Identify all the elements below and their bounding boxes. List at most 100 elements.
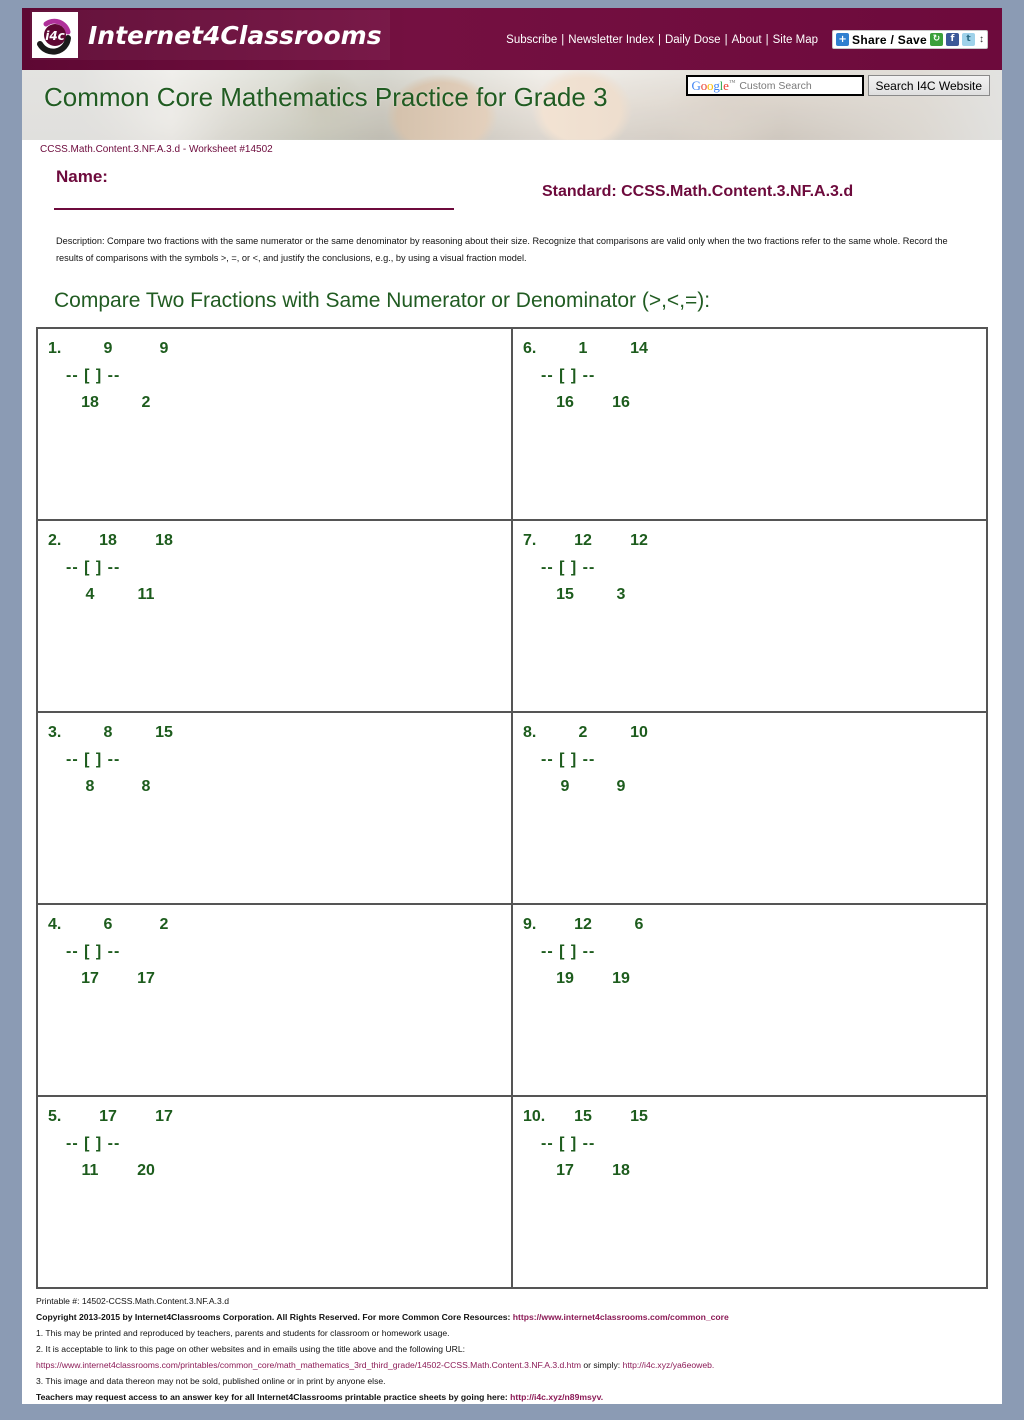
share2-icon[interactable]: ↻ xyxy=(930,33,943,46)
common-core-link[interactable]: https://www.internet4classrooms.com/comm… xyxy=(513,1312,729,1322)
denominator-right: 20 xyxy=(137,1162,155,1180)
fraction-bar-right: -- xyxy=(107,1135,121,1153)
denominator-right: 3 xyxy=(616,586,626,604)
operator-blank[interactable]: [ ] xyxy=(84,559,102,576)
problem-cell: 5. 17 17 -- [ ] -- 11 20 xyxy=(37,1096,512,1289)
search-placeholder: Custom Search xyxy=(739,79,812,92)
usage-note-1: 1. This may be printed and reproduced by… xyxy=(36,1328,450,1339)
denominator-left: 16 xyxy=(556,394,574,412)
answer-key-text: Teachers may request access to an answer… xyxy=(36,1392,508,1403)
operator-blank[interactable]: [ ] xyxy=(559,367,577,384)
problem-cell: 7. 12 12 -- [ ] -- 15 3 xyxy=(512,520,987,713)
fraction-bar-left: -- xyxy=(66,367,79,385)
updown-arrows-icon[interactable]: ↕ xyxy=(978,34,984,45)
site-logo-text: Internet4Classrooms xyxy=(88,20,382,50)
page-footer: Printable #: 14502-CCSS.Math.Content.3.N… xyxy=(36,1297,988,1402)
numerator-left: 2 xyxy=(578,724,588,742)
fraction-bar-right: -- xyxy=(107,559,121,577)
operator-blank[interactable]: [ ] xyxy=(84,1135,102,1152)
problem-6: 6. 1 14 -- [ ] -- 16 16 xyxy=(523,341,986,411)
site-logo[interactable]: i4c Internet4Classrooms xyxy=(32,12,382,58)
comparison-row[interactable]: -- [ ] -- xyxy=(523,752,986,768)
answer-key-link[interactable]: http://i4c.xyz/n89msyv. xyxy=(510,1392,603,1402)
problem-4: 4. 6 2 -- [ ] -- 17 17 xyxy=(48,917,511,987)
denominator-right: 17 xyxy=(137,970,155,988)
denominator-left: 11 xyxy=(81,1162,99,1180)
fraction-bar-left: -- xyxy=(66,943,79,961)
fraction-bar-left: -- xyxy=(541,751,554,769)
worksheet-url-line: https://www.internet4classrooms.com/prin… xyxy=(36,1361,988,1370)
operator-blank[interactable]: [ ] xyxy=(559,751,577,768)
worksheet-url-link[interactable]: https://www.internet4classrooms.com/prin… xyxy=(36,1360,581,1370)
denominator-left: 8 xyxy=(85,778,95,796)
comparison-row[interactable]: -- [ ] -- xyxy=(48,1136,511,1152)
search-button[interactable]: Search I4C Website xyxy=(867,75,990,96)
trademark-symbol: ™ xyxy=(728,78,736,87)
comparison-row[interactable]: -- [ ] -- xyxy=(523,1136,986,1152)
site-search: Google™ Custom Search Search I4C Website xyxy=(685,75,990,96)
problem-cell: 10. 15 15 -- [ ] -- 17 18 xyxy=(512,1096,987,1289)
problem-cell: 4. 6 2 -- [ ] -- 17 17 xyxy=(37,904,512,1097)
fraction-bar-right: -- xyxy=(582,559,596,577)
numerator-left: 17 xyxy=(99,1108,117,1126)
share-save-button[interactable]: + Share / Save ↻ f t ↕ xyxy=(832,30,988,49)
operator-blank[interactable]: [ ] xyxy=(84,367,102,384)
problem-2: 2. 18 18 -- [ ] -- 4 11 xyxy=(48,533,511,603)
operator-blank[interactable]: [ ] xyxy=(84,943,102,960)
site-header-bar: i4c Internet4Classrooms Subscribe | Newsl… xyxy=(22,8,1002,70)
page-title: Common Core Mathematics Practice for Gra… xyxy=(44,82,608,112)
numerator-right: 17 xyxy=(155,1108,173,1126)
problem-number: 2. xyxy=(48,532,62,550)
operator-blank[interactable]: [ ] xyxy=(559,1135,577,1152)
numerator-right: 9 xyxy=(159,340,169,358)
operator-blank[interactable]: [ ] xyxy=(559,559,577,576)
google-logo-icon: Google™ xyxy=(691,77,736,93)
usage-note-3: 3. This image and data thereon may not b… xyxy=(36,1376,386,1387)
operator-blank[interactable]: [ ] xyxy=(559,943,577,960)
facebook-icon[interactable]: f xyxy=(946,33,959,46)
denominator-left: 17 xyxy=(556,1162,574,1180)
fraction-bar-right: -- xyxy=(582,751,596,769)
comparison-row[interactable]: -- [ ] -- xyxy=(48,560,511,576)
comparison-row[interactable]: -- [ ] -- xyxy=(48,752,511,768)
nav-item-daily-dose[interactable]: Daily Dose xyxy=(661,34,725,46)
worksheet-id-line: CCSS.Math.Content.3.NF.A.3.d - Worksheet… xyxy=(40,144,273,155)
problem-cell: 3. 8 15 -- [ ] -- 8 8 xyxy=(37,712,512,905)
svg-text:i4c: i4c xyxy=(45,29,65,43)
nav-item-site-map[interactable]: Site Map xyxy=(769,34,822,46)
page-banner: Common Core Mathematics Practice for Gra… xyxy=(22,70,1002,140)
worksheet-page: i4c Internet4Classrooms Subscribe | Newsl… xyxy=(22,8,1002,1404)
nav-item-about[interactable]: About xyxy=(728,34,766,46)
name-label: Name: xyxy=(56,167,108,186)
comparison-row[interactable]: -- [ ] -- xyxy=(523,560,986,576)
name-write-line[interactable] xyxy=(54,208,454,210)
problem-number: 5. xyxy=(48,1108,62,1126)
numerator-right: 18 xyxy=(155,532,173,550)
operator-blank[interactable]: [ ] xyxy=(84,751,102,768)
fraction-bar-right: -- xyxy=(582,1135,596,1153)
fraction-bar-left: -- xyxy=(541,367,554,385)
numerator-left: 12 xyxy=(574,532,592,550)
nav-item-subscribe[interactable]: Subscribe xyxy=(502,34,561,46)
or-simply-text: or simply: xyxy=(581,1360,623,1371)
fraction-bar-left: -- xyxy=(541,1135,554,1153)
problem-cell: 2. 18 18 -- [ ] -- 4 11 xyxy=(37,520,512,713)
problem-number: 6. xyxy=(523,340,537,358)
problem-9: 9. 12 6 -- [ ] -- 19 19 xyxy=(523,917,986,987)
comparison-row[interactable]: -- [ ] -- xyxy=(523,368,986,384)
answer-key-line: Teachers may request access to an answer… xyxy=(36,1393,988,1402)
nav-item-newsletter-index[interactable]: Newsletter Index xyxy=(564,34,658,46)
printable-number: Printable #: 14502-CCSS.Math.Content.3.N… xyxy=(36,1296,229,1307)
denominator-left: 18 xyxy=(81,394,99,412)
fraction-bar-left: -- xyxy=(541,943,554,961)
problem-number: 9. xyxy=(523,916,537,934)
comparison-row[interactable]: -- [ ] -- xyxy=(523,944,986,960)
comparison-row[interactable]: -- [ ] -- xyxy=(48,368,511,384)
search-input[interactable]: Google™ Custom Search xyxy=(685,75,864,96)
short-url-link[interactable]: http://i4c.xyz/ya6eoweb. xyxy=(623,1360,715,1370)
comparison-row[interactable]: -- [ ] -- xyxy=(48,944,511,960)
denominator-right: 18 xyxy=(612,1162,630,1180)
problem-5: 5. 17 17 -- [ ] -- 11 20 xyxy=(48,1109,511,1179)
problem-number: 4. xyxy=(48,916,62,934)
twitter-icon[interactable]: t xyxy=(962,33,975,46)
